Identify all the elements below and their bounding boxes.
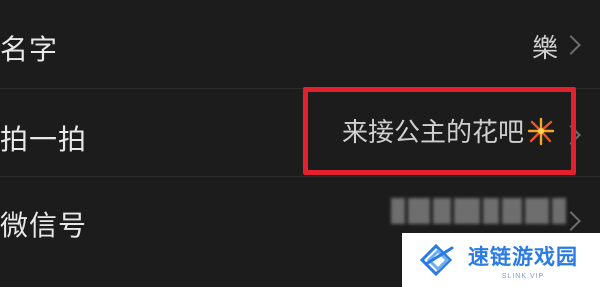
row-label-name: 名字 [0,33,59,66]
site-watermark: 速链游戏园 SLINK.VIP [402,233,600,287]
highlight-box [303,87,576,175]
blurred-wechat-id [391,198,566,224]
row-value-name: 樂 [531,34,558,64]
row-label-pat: 拍一拍 [0,123,88,156]
row-label-wechat-id: 微信号 [0,209,88,242]
settings-row-name[interactable]: 名字 樂 [0,0,600,90]
watermark-logo-icon [416,240,460,280]
watermark-title: 速链游戏园 [468,244,578,269]
watermark-subtitle: SLINK.VIP [501,272,545,280]
profile-settings-screen: 名字 樂 拍一拍 来接公主的花吧 微信号 速链游戏园 SLINK.VIP [0,0,600,287]
chevron-right-icon [561,35,581,55]
